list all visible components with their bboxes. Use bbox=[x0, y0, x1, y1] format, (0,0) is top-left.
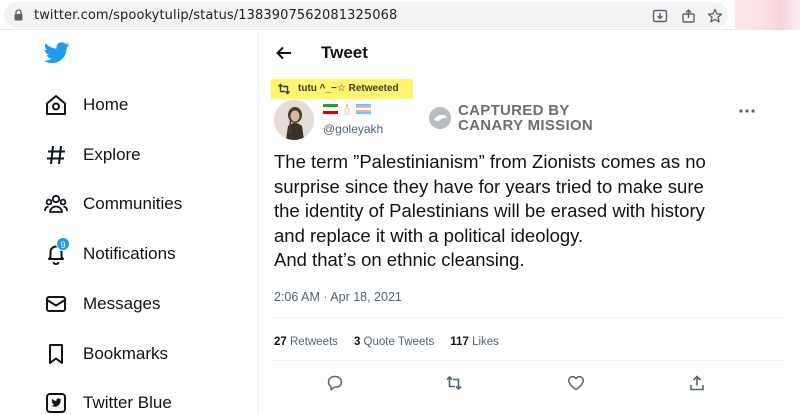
divider bbox=[274, 317, 786, 318]
sidebar-item-home[interactable]: Home bbox=[44, 90, 244, 120]
reply-icon[interactable] bbox=[326, 374, 344, 392]
sidebar-item-communities[interactable]: Communities bbox=[44, 189, 244, 219]
more-options-icon[interactable] bbox=[739, 108, 755, 114]
sidebar-item-explore[interactable]: Explore bbox=[44, 140, 244, 170]
quote-tweets-stat[interactable]: 3 Quote Tweets bbox=[354, 336, 434, 348]
retweet-small-icon bbox=[278, 83, 290, 95]
extensions-area bbox=[735, 0, 800, 30]
likes-count: 117 bbox=[450, 336, 469, 348]
bell-icon-wrap: 9 bbox=[44, 237, 70, 266]
iran-flag-icon bbox=[323, 104, 338, 114]
trans-flag-icon bbox=[356, 104, 371, 114]
watermark-line-2: CANARY MISSION bbox=[458, 117, 594, 134]
sidebar-item-label: Home bbox=[83, 95, 129, 114]
tweet-body: The term ”Palestinianism” from Zionists … bbox=[274, 150, 794, 273]
twitter-bird-icon[interactable] bbox=[44, 42, 70, 64]
tweet-text-line: surprise since they have for years tried… bbox=[274, 175, 704, 197]
sidebar-item-messages[interactable]: Messages bbox=[44, 289, 244, 319]
sidebar-item-label: Notifications bbox=[83, 244, 176, 263]
avatar[interactable] bbox=[274, 100, 314, 140]
tweet-text-line: The term ”Palestinianism” from Zionists … bbox=[274, 151, 706, 172]
url-text: twitter.com/spookytulip/status/138390756… bbox=[34, 8, 398, 23]
share-tweet-icon[interactable] bbox=[688, 374, 706, 392]
canary-mission-logo-icon bbox=[429, 107, 451, 129]
tweet-timestamp[interactable]: 2:06 AM · Apr 18, 2021 bbox=[274, 290, 402, 304]
sidebar-item-label: Communities bbox=[83, 194, 183, 213]
twitter-blue-icon bbox=[46, 393, 66, 413]
like-heart-icon[interactable] bbox=[567, 374, 585, 392]
hashtag-icon bbox=[47, 145, 65, 165]
tweet-stats: 27 Retweets 3 Quote Tweets 117 Likes bbox=[274, 336, 499, 348]
tweet-detail-column: Tweet tutu ^_−☆ Retweeted @goleyakh CAPT… bbox=[258, 30, 800, 415]
star-bookmark-icon[interactable] bbox=[707, 8, 723, 24]
sidebar-item-label: Explore bbox=[83, 145, 141, 164]
page-title: Tweet bbox=[321, 43, 368, 62]
retweets-count: 27 bbox=[274, 336, 287, 348]
communities-icon bbox=[44, 194, 68, 213]
display-name-emojis bbox=[323, 103, 371, 115]
sidebar-item-label: Messages bbox=[83, 294, 161, 313]
tweet-text-line: And that’s on ethnic cleansing. bbox=[274, 249, 525, 270]
sidebar-item-twitter-blue[interactable]: Twitter Blue bbox=[44, 388, 244, 415]
home-icon bbox=[46, 95, 66, 115]
sidebar-item-label: Twitter Blue bbox=[83, 393, 172, 412]
address-bar[interactable]: twitter.com/spookytulip/status/138390756… bbox=[4, 2, 728, 28]
share-icon[interactable] bbox=[681, 8, 697, 24]
tweet-text-line: the identity of Palestinians will be era… bbox=[274, 200, 705, 221]
retweets-stat[interactable]: 27 Retweets bbox=[274, 336, 338, 348]
lock-icon bbox=[14, 9, 23, 21]
retweet-icon[interactable] bbox=[445, 374, 463, 392]
retweets-label: Retweets bbox=[290, 336, 338, 348]
browser-toolbar: twitter.com/spookytulip/status/138390756… bbox=[0, 0, 800, 30]
sidebar-item-label: Bookmarks bbox=[83, 344, 169, 363]
quotes-label: Quote Tweets bbox=[363, 336, 435, 348]
sidebar-item-notifications[interactable]: 9 Notifications bbox=[44, 237, 244, 269]
divider bbox=[274, 360, 786, 361]
retweeted-by-label[interactable]: tutu ^_−☆ Retweeted bbox=[298, 83, 399, 94]
likes-label: Likes bbox=[472, 336, 499, 348]
notification-badge: 9 bbox=[56, 237, 70, 251]
user-handle[interactable]: @goleyakh bbox=[323, 122, 383, 136]
avatar-photo bbox=[274, 100, 314, 140]
tweet-text-line: and replace it with a political ideology… bbox=[274, 224, 584, 246]
bookmark-icon bbox=[49, 344, 63, 364]
quotes-count: 3 bbox=[353, 336, 361, 348]
likes-stat[interactable]: 117 Likes bbox=[450, 336, 499, 348]
envelope-icon bbox=[46, 296, 66, 312]
install-app-icon[interactable] bbox=[652, 8, 668, 24]
candle-icon bbox=[344, 103, 350, 115]
back-arrow-icon[interactable] bbox=[275, 44, 293, 62]
sidebar-item-bookmarks[interactable]: Bookmarks bbox=[44, 339, 244, 369]
